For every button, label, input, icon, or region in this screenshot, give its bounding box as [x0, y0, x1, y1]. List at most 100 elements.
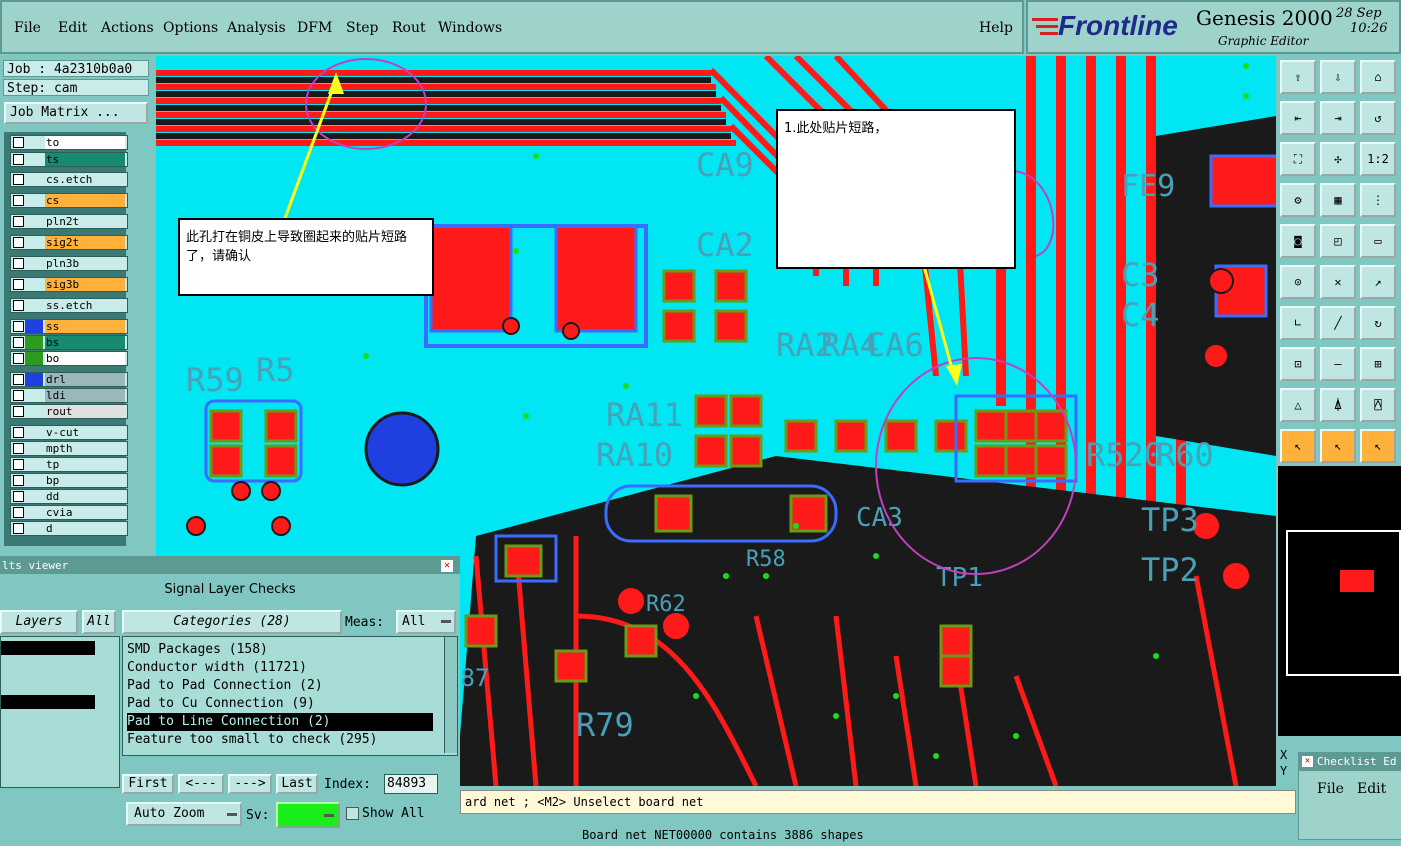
layer-checkbox[interactable] — [13, 137, 24, 148]
menu-options[interactable]: Options — [163, 20, 218, 36]
zoom-home-icon[interactable]: ⇪ — [1280, 60, 1316, 94]
overview-panel[interactable] — [1278, 466, 1401, 736]
net-icon[interactable]: ⊙ — [1280, 265, 1316, 299]
layer-checkbox[interactable] — [13, 216, 24, 227]
layer-row-ldi[interactable]: ldi — [10, 388, 128, 403]
layer-row-to[interactable]: to — [10, 135, 128, 150]
layer-checkbox[interactable] — [13, 491, 24, 502]
category-item[interactable]: Pad to Pad Connection (2) — [127, 677, 433, 695]
category-item[interactable]: Pad to Cu Connection (9) — [127, 695, 433, 713]
layer-list-item[interactable] — [1, 641, 95, 655]
select-box-icon[interactable]: ↖ — [1320, 429, 1356, 463]
close-icon[interactable]: ✕ — [441, 560, 453, 572]
layer-row-d[interactable]: d — [10, 521, 128, 536]
pointer-icon[interactable]: ↗ — [1360, 265, 1396, 299]
layer-checkbox[interactable] — [13, 443, 24, 454]
auto-zoom-dropdown[interactable]: Auto Zoom — [126, 802, 242, 826]
arrow-icon[interactable]: ⍓ — [1360, 388, 1396, 422]
measure-icon[interactable]: ◙ — [1280, 224, 1316, 258]
layer-checkbox[interactable] — [13, 237, 24, 248]
menu-step[interactable]: Step — [346, 20, 378, 36]
layer-row-tp[interactable]: tp — [10, 457, 128, 472]
first-button[interactable]: First — [122, 774, 174, 794]
layer-checkbox[interactable] — [13, 195, 24, 206]
menu-windows[interactable]: Windows — [438, 20, 502, 36]
category-item[interactable]: Conductor width (11721) — [127, 659, 433, 677]
categories-scrollbar[interactable] — [444, 637, 457, 753]
layer-checkbox[interactable] — [13, 406, 24, 417]
layers-all-button[interactable]: All — [82, 610, 116, 634]
pan-left-icon[interactable]: ⇤ — [1280, 101, 1316, 135]
layer-row-ss[interactable]: ss — [10, 319, 128, 334]
angle-icon[interactable]: ∟ — [1280, 306, 1316, 340]
last-button[interactable]: Last — [276, 774, 318, 794]
menu-file[interactable]: File — [14, 20, 41, 36]
layer-row-mpth[interactable]: mpth — [10, 441, 128, 456]
layer-checkbox[interactable] — [13, 279, 24, 290]
menu-rout[interactable]: Rout — [392, 20, 426, 36]
prev-button[interactable]: <--- — [178, 774, 224, 794]
fit-icon[interactable]: ⛶ — [1280, 142, 1316, 176]
layer-checkbox[interactable] — [13, 523, 24, 534]
dash-icon[interactable]: — — [1320, 347, 1356, 381]
layer-checkbox[interactable] — [13, 300, 24, 311]
snapshot-icon[interactable]: ◰ — [1320, 224, 1356, 258]
layer-row-ts[interactable]: ts — [10, 152, 128, 167]
menu-help[interactable]: Help — [979, 20, 1013, 36]
layer-row-cvia[interactable]: cvia — [10, 505, 128, 520]
scale-icon[interactable]: 1:2 — [1360, 142, 1396, 176]
menu-edit[interactable]: Edit — [58, 20, 87, 36]
layer-checkbox[interactable] — [13, 507, 24, 518]
category-item[interactable]: SMD Packages (158) — [127, 641, 433, 659]
layer-checkbox[interactable] — [13, 174, 24, 185]
next-button[interactable]: ---> — [228, 774, 272, 794]
snap-icon[interactable]: ⋮ — [1360, 183, 1396, 217]
layer-checkbox[interactable] — [13, 337, 24, 348]
categories-list[interactable]: SMD Packages (158) Conductor width (11721… — [122, 636, 458, 756]
menu-dfm[interactable]: DFM — [297, 20, 332, 36]
select-icon[interactable]: ↖ — [1280, 429, 1316, 463]
layer-checkbox[interactable] — [13, 353, 24, 364]
index-input[interactable]: 84893 — [384, 774, 438, 794]
layer-row-bs[interactable]: bs — [10, 335, 128, 350]
layer-list-item[interactable] — [1, 695, 95, 709]
layer-checkbox[interactable] — [13, 321, 24, 332]
ruler-icon[interactable]: ▭ — [1360, 224, 1396, 258]
layer-row-v-cut[interactable]: v-cut — [10, 425, 128, 440]
pin-icon[interactable]: ⍋ — [1320, 388, 1356, 422]
close-icon[interactable]: ✕ — [1302, 756, 1313, 767]
triangle-icon[interactable]: △ — [1280, 388, 1316, 422]
layer-checkbox[interactable] — [13, 475, 24, 486]
category-item[interactable]: Feature too small to check (295) — [127, 731, 433, 749]
menu-analysis[interactable]: Analysis — [227, 20, 286, 36]
layer-checkbox[interactable] — [13, 427, 24, 438]
pan-all-icon[interactable]: ✣ — [1320, 142, 1356, 176]
checklist-menu-edit[interactable]: Edit — [1357, 781, 1386, 797]
layers-list[interactable] — [0, 636, 120, 788]
layer-row-sig3b[interactable]: sig3b — [10, 277, 128, 292]
grid-icon[interactable]: ▦ — [1320, 183, 1356, 217]
settings-icon[interactable]: ⚙ — [1280, 183, 1316, 217]
checklist-menu-file[interactable]: File — [1317, 781, 1344, 797]
layer-row-bp[interactable]: bp — [10, 473, 128, 488]
layer-checkbox[interactable] — [13, 390, 24, 401]
layer-checkbox[interactable] — [13, 374, 24, 385]
layer-row-bo[interactable]: bo — [10, 351, 128, 366]
layer-checkbox[interactable] — [13, 459, 24, 470]
layer-row-drl[interactable]: drl — [10, 372, 128, 387]
line-icon[interactable]: ╱ — [1320, 306, 1356, 340]
layer-checkbox[interactable] — [13, 154, 24, 165]
layer-row-rout[interactable]: rout — [10, 404, 128, 419]
zoom-down-icon[interactable]: ⇩ — [1320, 60, 1356, 94]
meas-dropdown[interactable]: All — [396, 610, 456, 634]
clear-icon[interactable]: ✕ — [1320, 265, 1356, 299]
layer-row-pln2t[interactable]: pln2t — [10, 214, 128, 229]
menu-actions[interactable]: Actions — [101, 20, 154, 36]
home-icon[interactable]: ⌂ — [1360, 60, 1396, 94]
layer-row-dd[interactable]: dd — [10, 489, 128, 504]
layer-row-sig2t[interactable]: sig2t — [10, 235, 128, 250]
layer-row-cs[interactable]: cs — [10, 193, 128, 208]
sv-dropdown[interactable] — [276, 802, 340, 828]
category-item[interactable]: Pad to Line Connection (2) — [127, 713, 433, 731]
job-matrix-button[interactable]: Job Matrix ... — [4, 102, 148, 124]
